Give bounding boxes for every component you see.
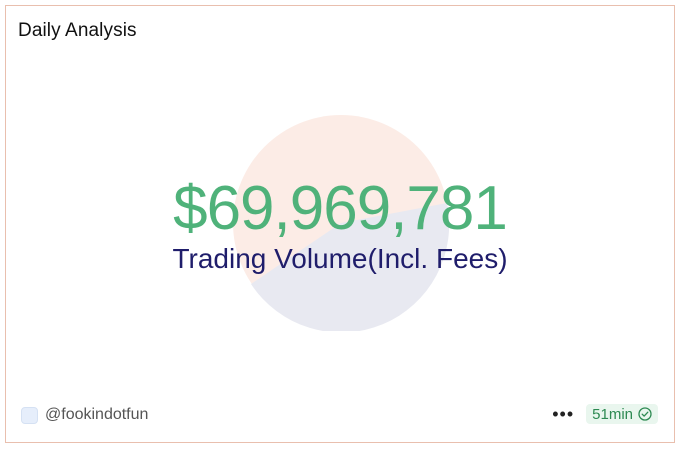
avatar (21, 406, 38, 424)
analysis-card: Daily Analysis $69,969,781 Trading Volum… (5, 5, 675, 443)
card-title: Daily Analysis (18, 20, 137, 41)
time-label: 51min (592, 405, 633, 423)
author-info[interactable]: @fookindotfun (21, 405, 148, 425)
check-circle-icon (638, 407, 652, 421)
time-badge: 51min (586, 404, 658, 424)
footer-actions: ••• 51min (550, 402, 658, 426)
metric-label: Trading Volume(Incl. Fees) (172, 243, 508, 274)
author-handle[interactable]: @fookindotfun (45, 406, 148, 424)
metric-value: $69,969,781 (173, 174, 508, 243)
more-icon[interactable]: ••• (550, 405, 576, 423)
metric-block: $69,969,781 Trading Volume(Incl. Fees) (6, 176, 674, 276)
